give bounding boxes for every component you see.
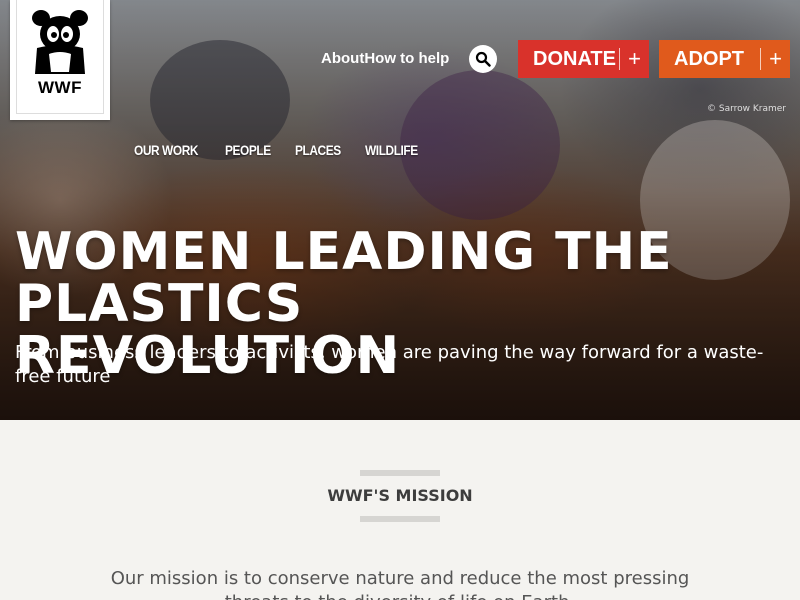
photo-credit: © Sarrow Kramer xyxy=(707,104,786,114)
mission-body: Our mission is to conserve nature and re… xyxy=(110,568,690,600)
adopt-label: ADOPT xyxy=(674,47,744,70)
hero-subheadline: From business leaders to activists, wome… xyxy=(15,342,764,387)
wwf-logo[interactable]: WWF xyxy=(10,0,110,120)
main-nav: OUR WORK PEOPLE PLACES WILDLIFE xyxy=(134,142,427,158)
panda-logo-icon xyxy=(32,10,88,74)
logo-text: WWF xyxy=(38,78,82,97)
divider xyxy=(360,470,440,476)
top-links: About How to help xyxy=(321,50,449,67)
divider xyxy=(360,516,440,522)
adopt-button[interactable]: ADOPT + xyxy=(659,40,790,78)
search-button[interactable] xyxy=(469,45,497,73)
nav-item-people[interactable]: PEOPLE xyxy=(225,142,271,158)
plus-icon: + xyxy=(760,46,790,71)
donate-button[interactable]: DONATE + xyxy=(518,40,649,78)
nav-item-places[interactable]: PLACES xyxy=(295,142,341,158)
nav-item-wildlife[interactable]: WILDLIFE xyxy=(365,142,418,158)
plus-icon: + xyxy=(619,46,649,71)
donate-label: DONATE xyxy=(533,47,616,70)
nav-item-our-work[interactable]: OUR WORK xyxy=(134,142,198,158)
about-link[interactable]: About xyxy=(321,50,364,67)
mission-title: WWF'S MISSION xyxy=(327,486,473,505)
search-icon xyxy=(475,51,491,67)
how-to-help-link[interactable]: How to help xyxy=(364,50,449,67)
